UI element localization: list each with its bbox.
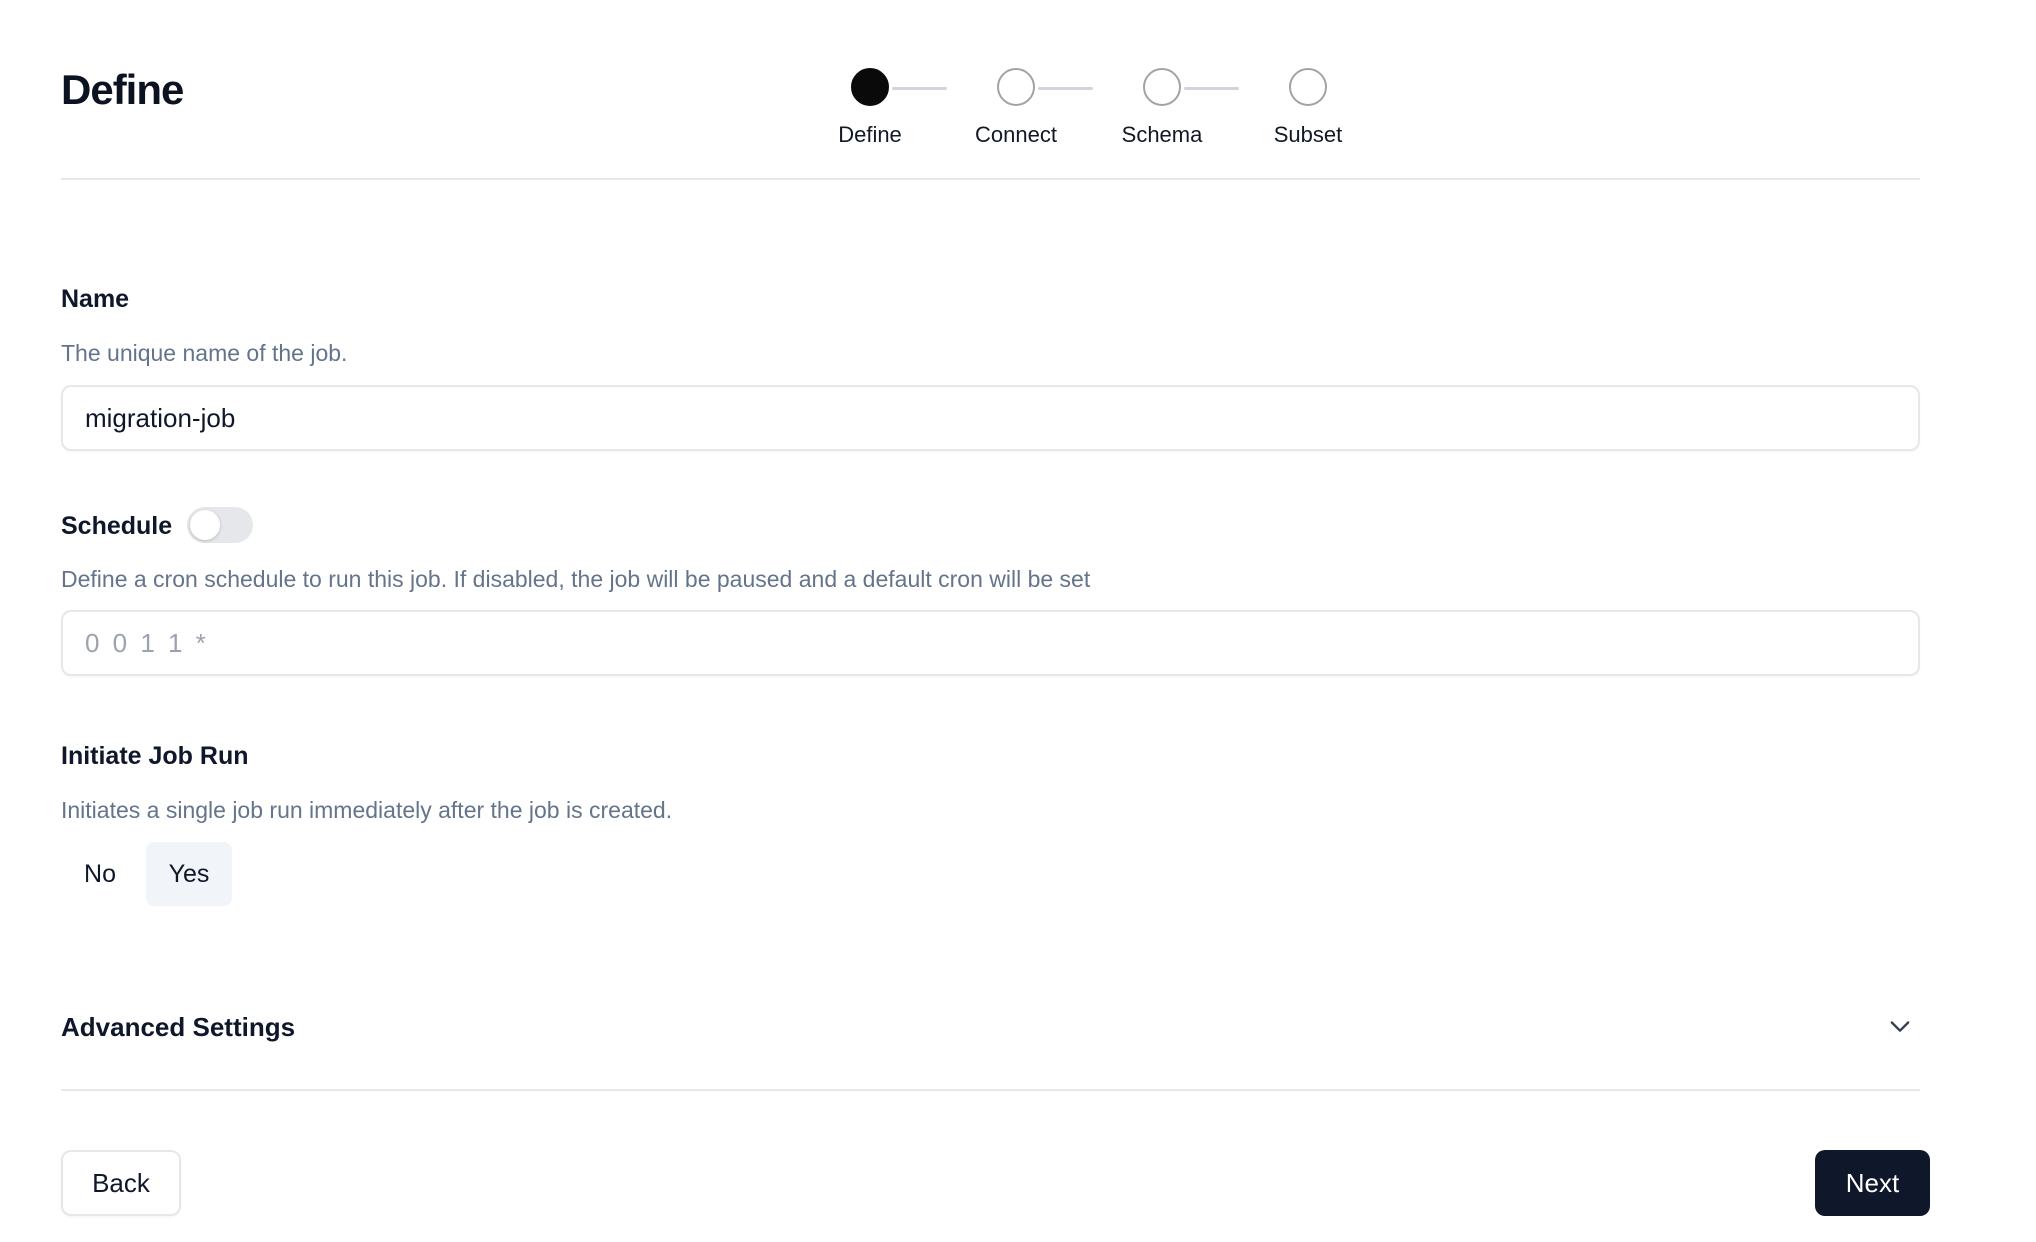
step-connect-label: Connect	[975, 122, 1057, 147]
advanced-divider	[61, 1089, 1920, 1091]
step-connect: Connect	[946, 68, 1086, 148]
name-input[interactable]	[61, 385, 1920, 451]
schedule-label: Schedule	[61, 512, 173, 540]
stepper: Define Connect Schema Subset	[800, 68, 1342, 158]
name-description: The unique name of the job.	[61, 340, 348, 366]
toggle-knob	[190, 510, 220, 540]
step-schema-label: Schema	[1121, 122, 1203, 147]
step-connector	[1184, 87, 1239, 90]
step-subset-label: Subset	[1273, 122, 1343, 147]
next-button[interactable]: Next	[1815, 1150, 1930, 1216]
step-define-indicator	[851, 68, 889, 106]
name-label: Name	[61, 285, 130, 313]
step-subset: Subset	[1238, 68, 1378, 148]
schedule-description: Define a cron schedule to run this job. …	[61, 566, 1091, 592]
step-subset-indicator	[1289, 68, 1327, 106]
chevron-down-icon	[1890, 1021, 1910, 1032]
initiate-run-no-button[interactable]: No	[61, 842, 139, 906]
step-define-label: Define	[838, 122, 902, 147]
advanced-settings-label: Advanced Settings	[61, 1012, 296, 1042]
step-connector	[1038, 87, 1093, 90]
cron-schedule-input[interactable]	[61, 610, 1920, 676]
job-define-page: Define Define Connect Schema Subset Name…	[0, 0, 2036, 1242]
advanced-settings-toggle[interactable]: Advanced Settings	[61, 990, 1920, 1060]
page-title: Define	[61, 66, 184, 113]
step-connector	[892, 87, 947, 90]
step-schema: Schema	[1092, 68, 1232, 148]
step-connect-indicator	[997, 68, 1035, 106]
initiate-run-label: Initiate Job Run	[61, 742, 249, 770]
initiate-run-description: Initiates a single job run immediately a…	[61, 797, 673, 823]
step-schema-indicator	[1143, 68, 1181, 106]
schedule-toggle[interactable]	[187, 507, 253, 543]
header-divider	[61, 178, 1920, 180]
initiate-run-yes-button[interactable]: Yes	[146, 842, 232, 906]
step-define: Define	[800, 68, 940, 148]
back-button[interactable]: Back	[61, 1150, 181, 1216]
